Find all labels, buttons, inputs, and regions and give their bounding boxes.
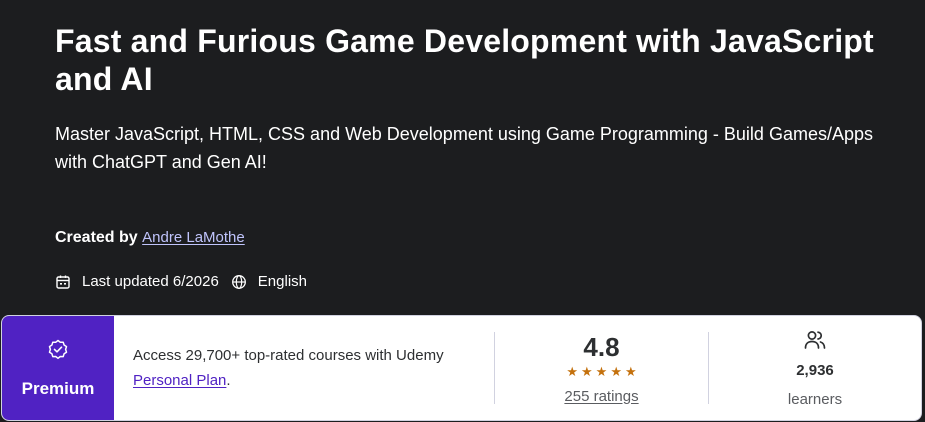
course-subtitle: Master JavaScript, HTML, CSS and Web Dev… <box>55 124 873 172</box>
language-text: English <box>257 273 307 290</box>
rating-score: 4.8 <box>583 331 620 362</box>
access-text-suffix: . <box>226 372 231 389</box>
people-icon <box>803 329 827 356</box>
access-text: Access 29,700+ top-rated courses with Ud… <box>133 347 444 364</box>
created-by: Created by Andre LaMothe <box>55 229 245 247</box>
premium-badge-icon <box>46 338 70 367</box>
course-meta: Last updated 6/2026 English <box>55 273 307 290</box>
created-by-label: Created by <box>55 229 138 246</box>
star-icon: ★ <box>595 363 608 379</box>
globe-icon <box>231 274 247 290</box>
learners-label: learners <box>787 390 843 408</box>
course-stats-card: Premium Access 29,700+ top-rated courses… <box>1 315 922 421</box>
instructor-link[interactable]: Andre LaMothe <box>142 229 245 246</box>
calendar-icon <box>55 274 71 290</box>
learners-block: 2,936 learners <box>709 316 921 420</box>
ratings-count-link[interactable]: 255 ratings <box>564 388 638 405</box>
premium-panel: Premium <box>2 316 114 420</box>
course-language: English <box>231 273 307 290</box>
star-icon: ★ <box>610 363 622 379</box>
personal-plan-link[interactable]: Personal Plan <box>133 372 226 389</box>
star-rating: ★ ★ ★ ★ ★ <box>566 365 636 378</box>
last-updated-text: Last updated 6/2026 <box>82 273 219 290</box>
last-updated: Last updated 6/2026 <box>55 273 219 290</box>
premium-label: Premium <box>21 378 95 398</box>
star-icon: ★ <box>566 363 579 379</box>
course-title: Fast and Furious Game Development with J… <box>55 23 874 97</box>
star-icon: ★ <box>624 363 637 379</box>
star-icon: ★ <box>581 363 593 379</box>
rating-block: 4.8 ★ ★ ★ ★ ★ 255 ratings <box>495 316 708 420</box>
personal-plan-info: Access 29,700+ top-rated courses with Ud… <box>114 316 494 420</box>
learners-count: 2,936 <box>796 361 834 379</box>
